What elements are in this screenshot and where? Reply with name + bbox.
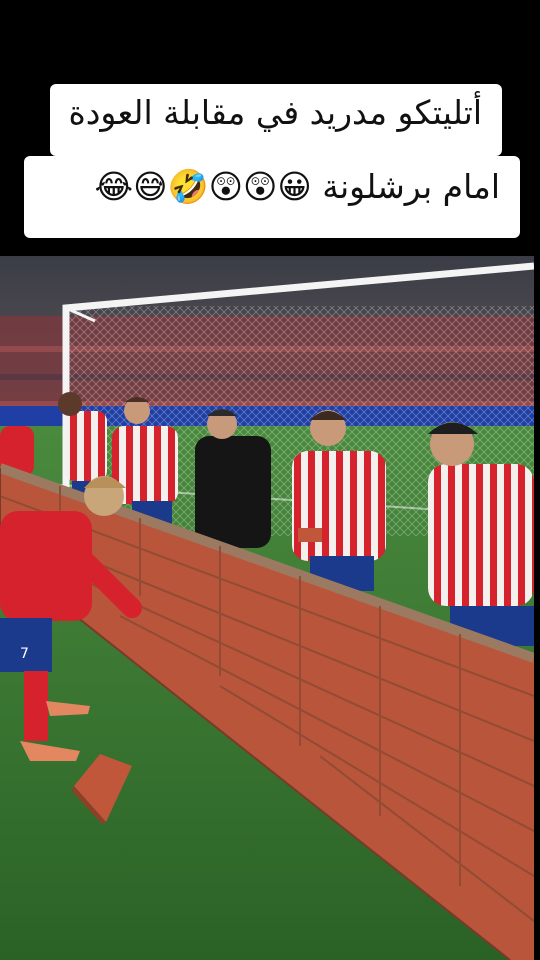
video-caption: أتليتكو مدريد في مقابلة العودة امام برشل…: [24, 84, 520, 238]
caption-line-1: أتليتكو مدريد في مقابلة العودة: [50, 84, 502, 156]
jersey-number: 7: [20, 646, 29, 662]
video-frame: 7: [0, 256, 534, 960]
caption-line-2: امام برشلونة 😀😲😲🤣😅😂: [24, 156, 520, 238]
scene-illustration: 7: [0, 256, 534, 960]
